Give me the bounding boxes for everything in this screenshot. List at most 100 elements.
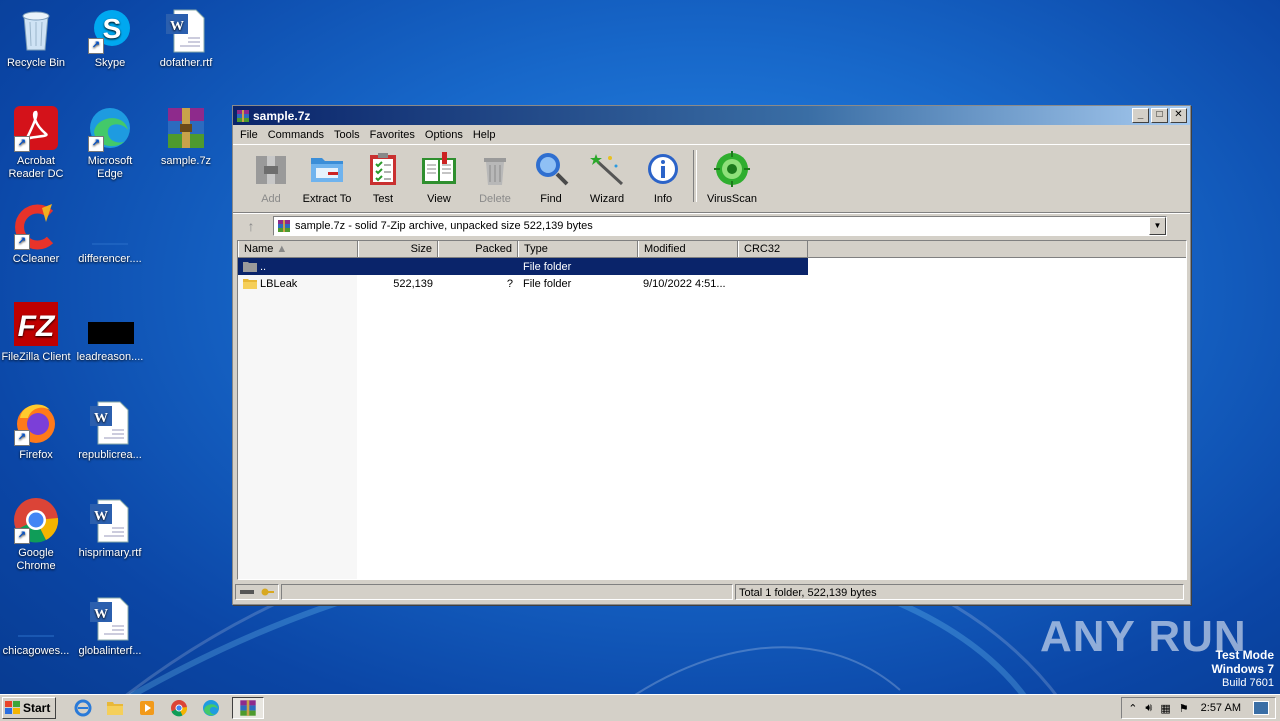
- menu-options[interactable]: Options: [420, 129, 468, 141]
- table-row-parent[interactable]: .. File folder: [238, 258, 808, 275]
- desktop-icon-label: Microsoft Edge: [87, 155, 133, 180]
- desktop-icon-republicrea[interactable]: W republicrea...: [74, 398, 146, 462]
- minimize-button[interactable]: _: [1132, 108, 1149, 123]
- firefox-icon: ↗: [12, 398, 60, 446]
- wizard-label: Wizard: [589, 193, 625, 205]
- status-bar: Total 1 folder, 522,139 bytes: [235, 584, 1186, 602]
- explorer-taskbar-button[interactable]: [104, 698, 126, 718]
- virusscan-label: VirusScan: [707, 193, 757, 205]
- column-header-size[interactable]: Size: [358, 241, 438, 257]
- test-mode-line1: Test Mode: [1215, 648, 1274, 662]
- wizard-button[interactable]: Wizard: [579, 150, 635, 205]
- volume-icon[interactable]: 🔊︎: [1145, 702, 1152, 715]
- start-button[interactable]: Start: [2, 697, 56, 719]
- info-button[interactable]: Info: [635, 150, 691, 205]
- menu-commands[interactable]: Commands: [263, 129, 329, 141]
- desktop-icon-hisprimary[interactable]: W hisprimary.rtf: [74, 496, 146, 560]
- ie-taskbar-button[interactable]: [72, 698, 94, 718]
- desktop-icon-chicagowes[interactable]: chicagowes...: [0, 594, 72, 658]
- winrar-window: sample.7z _ □ ✕ File Commands Tools Favo…: [232, 105, 1191, 605]
- menu-tools[interactable]: Tools: [329, 129, 365, 141]
- cell-packed: ?: [506, 277, 513, 290]
- start-label: Start: [23, 701, 51, 715]
- extract-folder-icon: [311, 158, 343, 182]
- menu-file[interactable]: File: [235, 129, 263, 141]
- desktop-icon-sample-7z[interactable]: sample.7z: [150, 104, 222, 168]
- column-header-packed[interactable]: Packed: [438, 241, 518, 257]
- test-mode-notice: Test Mode Windows 7 Build 7601: [1211, 648, 1274, 690]
- show-hidden-icons-icon[interactable]: ⌃: [1128, 702, 1137, 715]
- media-player-taskbar-button[interactable]: [136, 698, 158, 718]
- test-button[interactable]: Test: [355, 150, 411, 205]
- cell-size: 522,139: [393, 277, 433, 290]
- desktop-icon-firefox[interactable]: ↗ Firefox: [0, 398, 72, 462]
- column-header-crc32[interactable]: CRC32: [738, 241, 808, 257]
- virusscan-button[interactable]: VirusScan: [701, 150, 763, 205]
- chrome-taskbar-button[interactable]: [168, 698, 190, 718]
- svg-text:FZ: FZ: [18, 310, 56, 343]
- close-button[interactable]: ✕: [1170, 108, 1187, 123]
- svg-text:W: W: [94, 411, 108, 426]
- desktop-icon-ccleaner[interactable]: ↗ CCleaner: [0, 202, 72, 266]
- windows-flag-icon: [5, 701, 20, 714]
- desktop-icon-label: FileZilla Client: [1, 351, 71, 363]
- toolbar: Add Extract To Test View Delete Find Wiz…: [233, 144, 1190, 213]
- maximize-button[interactable]: □: [1151, 108, 1168, 123]
- word-doc-icon: W: [86, 398, 134, 446]
- desktop-icon-acrobat[interactable]: ↗ Acrobat Reader DC: [0, 104, 72, 181]
- name-column-shade: [238, 258, 357, 579]
- drive-key-icon[interactable]: [239, 587, 275, 597]
- winrar-archive-icon: [278, 220, 290, 232]
- desktop-icon-dofather[interactable]: W dofather.rtf: [150, 6, 222, 70]
- desktop-icon-globalinterf[interactable]: W globalinterf...: [74, 594, 146, 658]
- desktop-icon-recycle-bin[interactable]: Recycle Bin: [0, 6, 72, 70]
- desktop-icon-edge[interactable]: ↗ Microsoft Edge: [74, 104, 146, 181]
- table-row-lbleak[interactable]: LBLeak 522,139 ? File folder 9/10/2022 4…: [238, 275, 1186, 292]
- status-left: [281, 584, 733, 600]
- winrar-archive-icon: [240, 700, 256, 716]
- desktop-icon-label: differencer....: [78, 253, 142, 265]
- title-bar[interactable]: sample.7z _ □ ✕: [233, 106, 1190, 125]
- magnifier-icon: [536, 153, 569, 186]
- toolbar-separator: [693, 150, 697, 202]
- action-center-flag-icon[interactable]: ⚑: [1179, 702, 1189, 715]
- delete-label: Delete: [479, 193, 511, 205]
- desktop-icon-differencer[interactable]: differencer....: [74, 202, 146, 266]
- view-button[interactable]: View: [411, 150, 467, 205]
- menu-favorites[interactable]: Favorites: [365, 129, 420, 141]
- up-arrow-icon[interactable]: ↑: [239, 216, 263, 236]
- find-label: Find: [540, 193, 562, 205]
- show-desktop-button[interactable]: [1253, 701, 1269, 715]
- chevron-down-icon[interactable]: ▼: [1149, 217, 1166, 235]
- column-header-type[interactable]: Type: [518, 241, 638, 257]
- desktop-icon-leadreason[interactable]: leadreason....: [74, 300, 146, 364]
- taskbar: Start ⌃ 🔊︎ ▦ ⚑ 2:57 AM: [0, 694, 1280, 721]
- edge-taskbar-button[interactable]: [200, 698, 222, 718]
- menu-bar: File Commands Tools Favorites Options He…: [233, 125, 1190, 144]
- folder-icon: [107, 702, 123, 715]
- column-header-modified[interactable]: Modified: [638, 241, 738, 257]
- winrar-taskbar-button[interactable]: [232, 697, 264, 719]
- edge-icon: ↗: [86, 104, 134, 152]
- desktop-icon-chrome[interactable]: ↗ Google Chrome: [0, 496, 72, 573]
- column-header-name[interactable]: Name ▲: [238, 241, 358, 257]
- address-field[interactable]: sample.7z - solid 7-Zip archive, unpacke…: [273, 216, 1167, 236]
- desktop-icon-label: dofather.rtf: [159, 57, 213, 69]
- filezilla-icon: FZ: [12, 300, 60, 348]
- virus-scan-icon: [714, 151, 750, 187]
- find-button[interactable]: Find: [523, 150, 579, 205]
- skype-icon: S ↗: [86, 6, 134, 54]
- clock[interactable]: 2:57 AM: [1201, 702, 1241, 714]
- extract-to-button[interactable]: Extract To: [299, 150, 355, 205]
- chrome-icon: [171, 700, 188, 717]
- test-label: Test: [372, 193, 394, 205]
- desktop-icon-filezilla[interactable]: FZ FileZilla Client: [0, 300, 72, 364]
- network-icon[interactable]: ▦: [1160, 702, 1170, 715]
- add-button[interactable]: Add: [243, 150, 299, 205]
- desktop-icon-skype[interactable]: S ↗ Skype: [74, 6, 146, 70]
- delete-button[interactable]: Delete: [467, 150, 523, 205]
- status-icons: [235, 584, 279, 600]
- desktop-icon-label: globalinterf...: [78, 645, 142, 657]
- menu-help[interactable]: Help: [468, 129, 501, 141]
- folder-icon: [243, 279, 257, 289]
